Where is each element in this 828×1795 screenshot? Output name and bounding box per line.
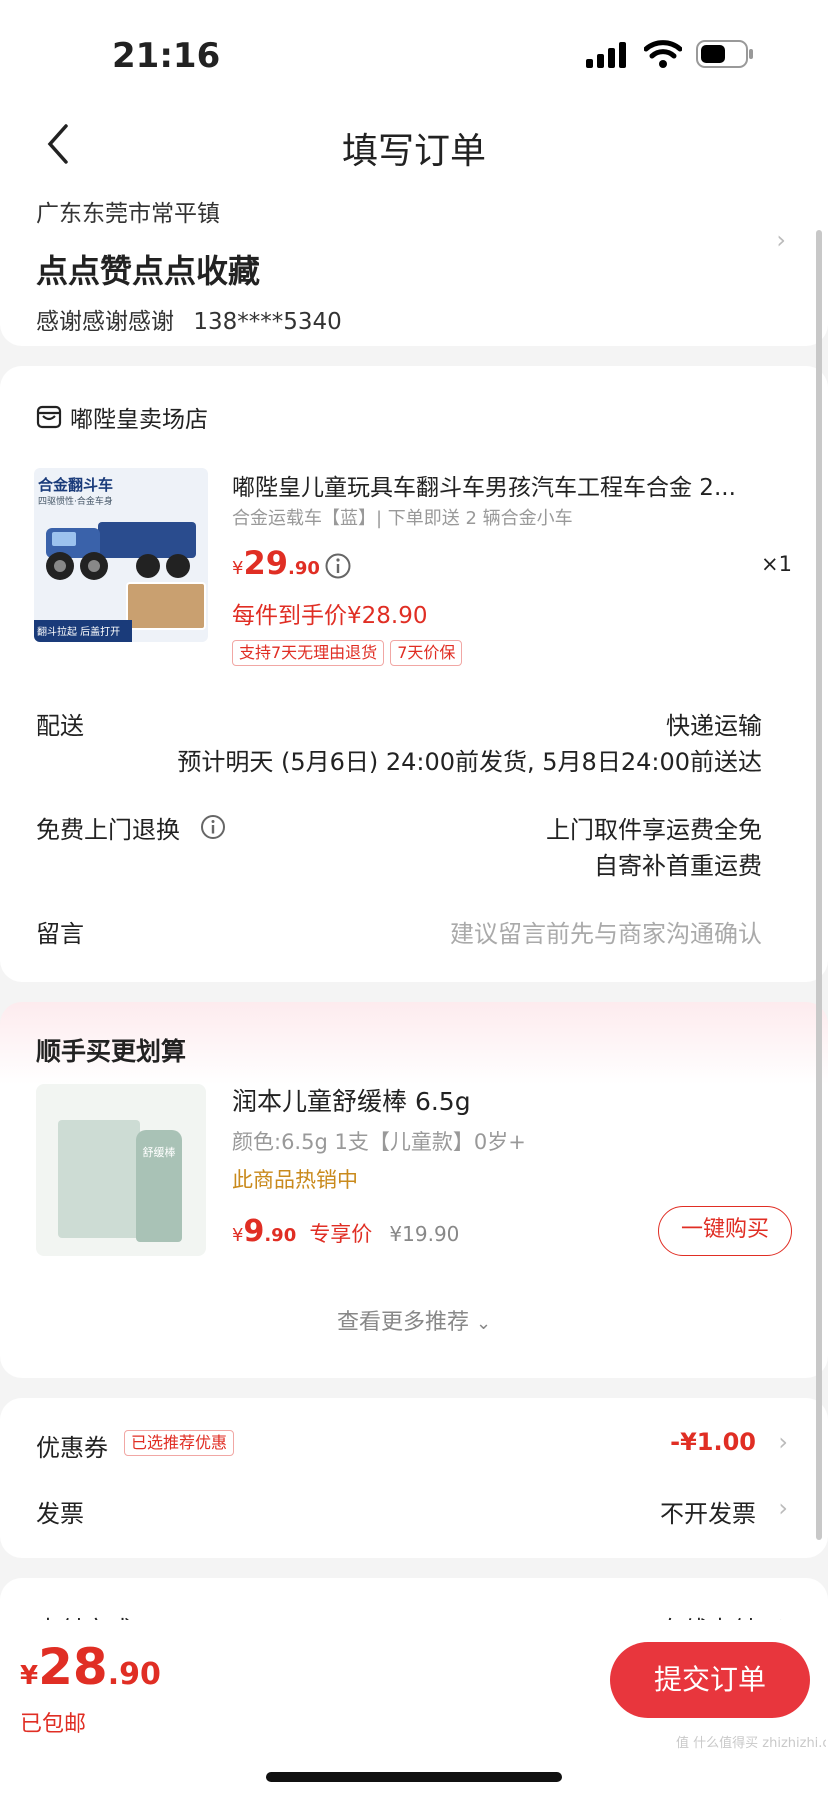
- coupon-label: 优惠券: [36, 1434, 108, 1462]
- image-caption-sub: 四驱惯性·合金车身: [38, 497, 113, 507]
- contact-phone: 138****5340: [193, 309, 342, 335]
- address-region: 广东东莞市常平镇: [36, 201, 220, 227]
- delivery-estimate: 预计明天 (5月6日) 24:00前发货, 5月8日24:00前送达: [177, 748, 762, 776]
- chevron-right-icon: ›: [778, 1494, 788, 1522]
- product-spec[interactable]: 合金运载车【蓝】| 下单即送 2 辆合金小车: [232, 504, 573, 530]
- return-info-icon[interactable]: [200, 814, 226, 840]
- image-inset: [126, 582, 206, 630]
- delivery-label: 配送: [36, 712, 84, 740]
- tag-return: 支持7天无理由退货: [232, 640, 385, 666]
- recommend-title: 顺手买更划算: [36, 1037, 187, 1066]
- battery-icon: [696, 40, 753, 68]
- nav-header: 填写订单: [0, 100, 828, 190]
- store-icon: [36, 405, 62, 429]
- product-qty: ×1: [761, 552, 792, 576]
- price-label: 专享价: [309, 1222, 373, 1246]
- tag-price-protect: 7天价保: [390, 640, 463, 666]
- wifi-icon: [644, 40, 682, 68]
- delivery-method: 快递运输: [666, 712, 762, 740]
- image-caption-bottom: 翻斗拉起 后盖打开: [34, 620, 132, 642]
- chevron-right-icon: ›: [776, 226, 786, 254]
- address-card[interactable]: 广东东莞市常平镇 点点赞点点收藏 感谢感谢感谢 138****5340 ›: [0, 186, 828, 346]
- product-title[interactable]: 嘟陛皇儿童玩具车翻斗车男孩汽车工程车合金 2...: [232, 468, 792, 502]
- invoice-value[interactable]: 不开发票: [660, 1494, 756, 1529]
- recommend-image[interactable]: 舒缓棒: [36, 1084, 206, 1256]
- final-price: 每件到手价¥28.90: [232, 603, 428, 629]
- status-time: 21:16: [112, 36, 221, 76]
- price-info-icon[interactable]: [324, 552, 352, 580]
- address-contact: 感谢感谢感谢 138****5340: [36, 302, 342, 336]
- pkg-stick: 舒缓棒: [136, 1130, 182, 1242]
- return-line1: 上门取件享运费全免: [546, 816, 762, 844]
- product-price: ¥29.90: [232, 544, 320, 582]
- shipping-free: 已包邮: [20, 1712, 87, 1737]
- contact-name: 感谢感谢感谢: [36, 309, 174, 335]
- recommend-item-spec: 颜色:6.5g 1支【儿童款】0岁+: [232, 1130, 526, 1154]
- address-detail: 点点赞点点收藏: [36, 252, 261, 290]
- discount-card: 优惠券 已选推荐优惠 -¥1.00 › 发票 不开发票 ›: [0, 1398, 828, 1558]
- store-name: 嘟陛皇卖场店: [70, 407, 208, 433]
- footer-bar: ¥28.90 已包邮 提交订单 值 什么值得买 zhizhizhi.com: [0, 1620, 828, 1795]
- return-label: 免费上门退换: [36, 816, 180, 844]
- recommend-price: ¥9.90 专享价 ¥19.90: [232, 1214, 460, 1249]
- scrollbar[interactable]: [816, 230, 822, 1540]
- chevron-right-icon: ›: [778, 1428, 788, 1456]
- image-caption-top: 合金翻斗车: [38, 476, 114, 494]
- invoice-label: 发票: [36, 1500, 84, 1528]
- chevron-down-icon: ⌄: [475, 1313, 492, 1334]
- one-click-buy-button[interactable]: 一键购买: [658, 1206, 792, 1256]
- submit-order-button[interactable]: 提交订单: [610, 1642, 810, 1718]
- total-price: ¥28.90: [20, 1638, 161, 1696]
- recommend-item-name[interactable]: 润本儿童舒缓棒 6.5g: [232, 1082, 471, 1118]
- message-label: 留言: [36, 920, 84, 948]
- recommend-item-hot: 此商品热销中: [232, 1168, 358, 1192]
- pkg-box: [58, 1120, 140, 1238]
- watermark: 值 什么值得买 zhizhizhi.com: [676, 1736, 826, 1751]
- coupon-value[interactable]: -¥1.00: [670, 1428, 756, 1456]
- page-title: 填写订单: [341, 131, 486, 172]
- toy-truck-graphic: [46, 522, 196, 580]
- see-more-recommend[interactable]: 查看更多推荐 ⌄: [0, 1304, 828, 1336]
- recommend-card: 顺手买更划算 舒缓棒 润本儿童舒缓棒 6.5g 颜色:6.5g 1支【儿童款】0…: [0, 1002, 828, 1378]
- home-indicator: [266, 1772, 562, 1782]
- signal-icon: [586, 42, 626, 68]
- return-line2: 自寄补首重运费: [594, 852, 762, 880]
- status-bar: 21:16: [0, 0, 828, 100]
- message-input[interactable]: 建议留言前先与商家沟通确认: [450, 914, 762, 949]
- orig-price: ¥19.90: [389, 1222, 460, 1246]
- service-tags: 支持7天无理由退货 7天价保: [232, 640, 468, 666]
- coupon-badge: 已选推荐优惠: [124, 1430, 235, 1456]
- product-image[interactable]: 合金翻斗车 四驱惯性·合金车身 翻斗拉起 后盖打开: [34, 468, 208, 642]
- order-card: 嘟陛皇卖场店 合金翻斗车 四驱惯性·合金车身 翻斗拉起 后盖打开 嘟陛皇儿童玩具…: [0, 366, 828, 982]
